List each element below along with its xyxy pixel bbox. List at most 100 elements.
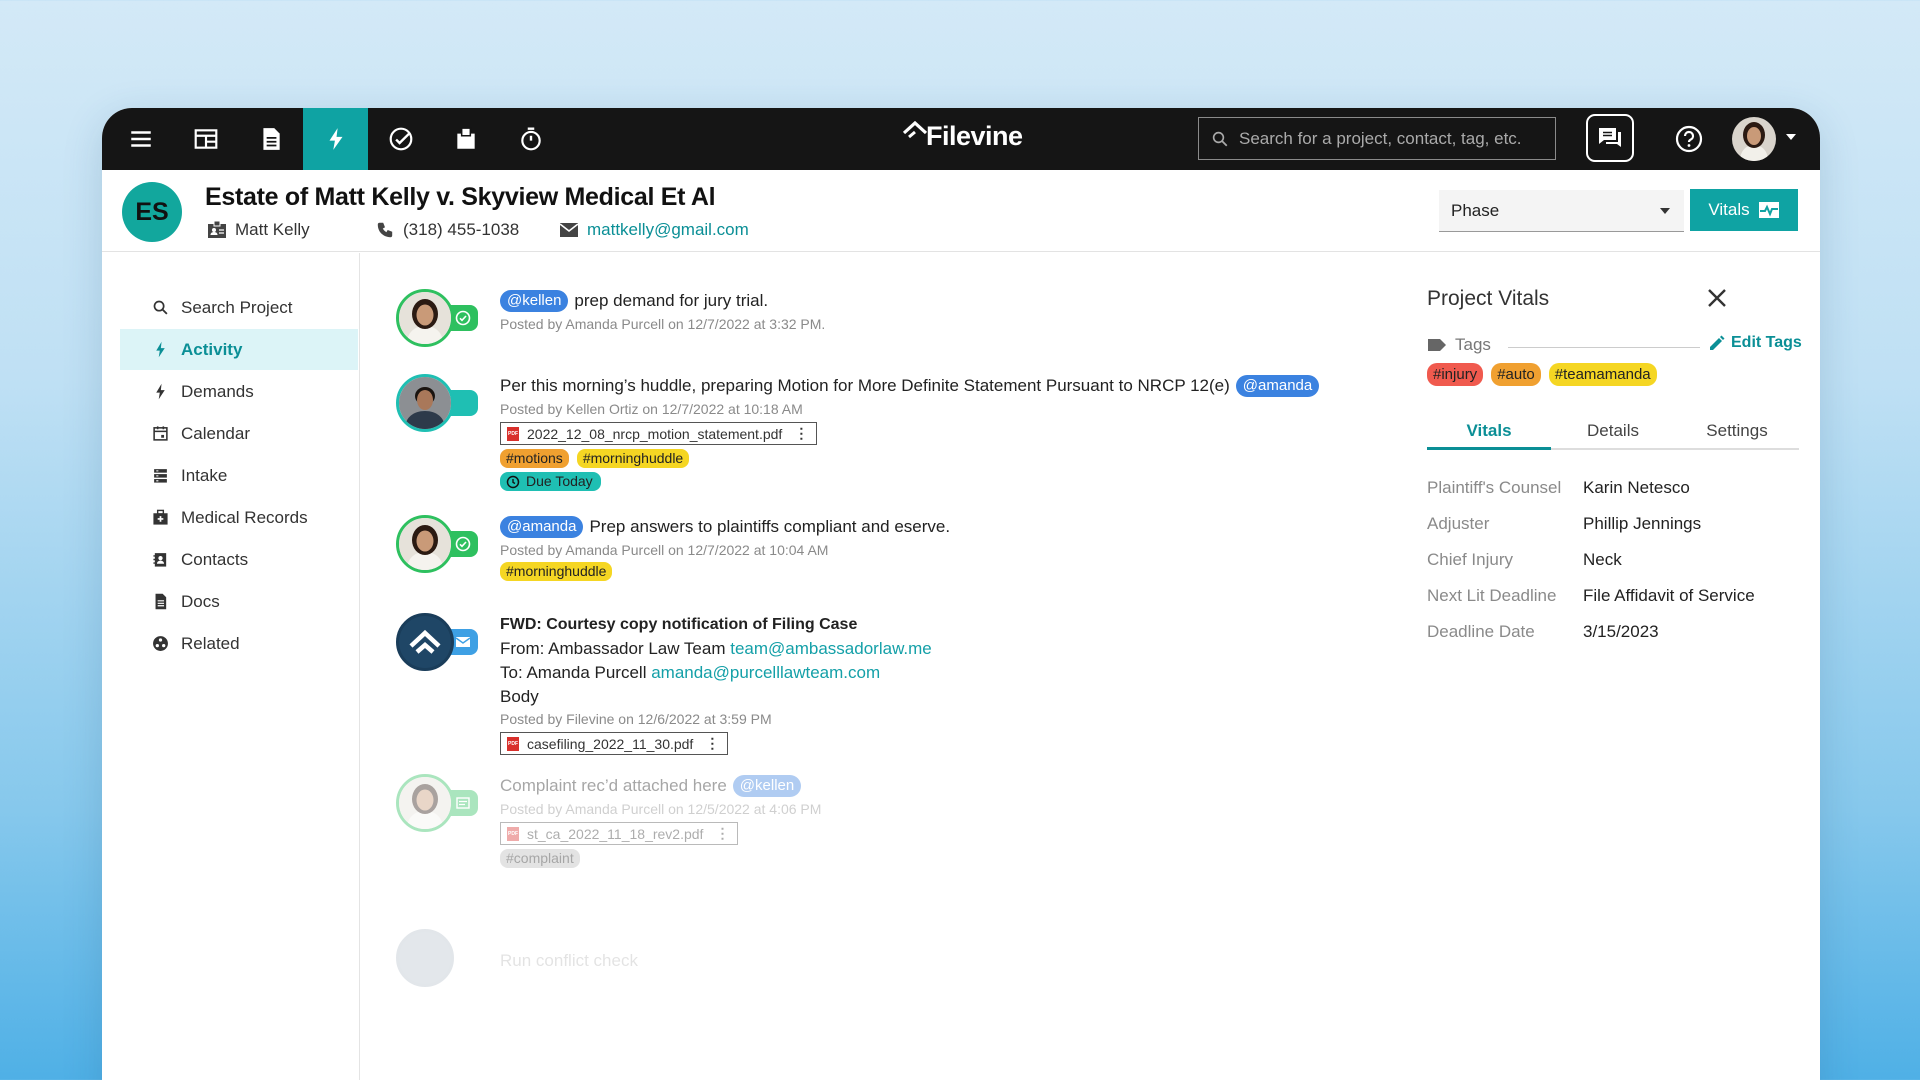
lightning-icon [156, 383, 165, 400]
user-photo-icon [399, 377, 451, 429]
vitals-tabs: Vitals Details Settings [1427, 413, 1799, 450]
mention-tag[interactable]: @kellen [500, 290, 569, 312]
user-photo-icon [399, 777, 451, 829]
nav-contacts[interactable]: Contacts [120, 539, 358, 580]
client-phone[interactable]: (318) 455-1038 [375, 220, 559, 240]
tab-settings[interactable]: Settings [1675, 413, 1799, 448]
email-address: mattkelly@gmail.com [587, 220, 749, 239]
intake-icon [154, 469, 167, 483]
user-menu-caret-icon[interactable] [1786, 134, 1796, 140]
folder-icon [456, 127, 475, 149]
attachment-chip[interactable]: PDF casefiling_2022_11_30.pdf ⋮ [500, 732, 729, 755]
tag-icon [1428, 339, 1446, 351]
due-badge: Due Today [500, 472, 601, 491]
close-icon [1708, 289, 1726, 307]
post-body: FWD: Courtesy copy notification of Filin… [500, 613, 1380, 755]
phone-number: (318) 455-1038 [403, 220, 520, 239]
vitals-button[interactable]: Vitals [1690, 189, 1798, 231]
billing-button[interactable] [433, 108, 498, 170]
documents-button[interactable] [238, 108, 303, 170]
nav-label: Docs [181, 591, 220, 611]
post-meta: Posted by Kellen Ortiz on 12/7/2022 at 1… [500, 401, 803, 417]
attachment-name: 2022_12_08_nrcp_motion_statement.pdf [527, 425, 783, 442]
nav-related[interactable]: Related [120, 623, 358, 664]
activity-feed: @kellen prep demand for jury trial. Post… [360, 253, 1402, 1080]
more-vertical-icon[interactable]: ⋮ [794, 425, 808, 442]
email-body: Body [500, 687, 539, 706]
activity-button[interactable] [303, 108, 368, 170]
post-author [396, 289, 484, 349]
mention-tag[interactable]: @amanda [1235, 375, 1320, 397]
user-avatar[interactable] [1732, 117, 1776, 161]
client-email[interactable]: mattkelly@gmail.com [559, 220, 749, 240]
messages-button[interactable] [1586, 114, 1634, 162]
global-search-input[interactable]: Search for a project, contact, tag, etc. [1198, 117, 1556, 160]
hashtag[interactable]: #complaint [500, 849, 580, 868]
hashtag[interactable]: #motions [500, 449, 569, 468]
chat-icon [1599, 128, 1621, 147]
nav-medical-records[interactable]: Medical Records [120, 497, 358, 538]
email-from-label: From: Ambassador Law Team [500, 639, 726, 658]
hashtag[interactable]: #teamamanda [1548, 363, 1657, 386]
pdf-icon: PDF [507, 426, 519, 441]
stopwatch-icon [520, 127, 541, 151]
nav-demands[interactable]: Demands [120, 371, 358, 412]
vitals-key: Plaintiff's Counsel [1427, 478, 1562, 497]
mention-tag[interactable]: @amanda [500, 516, 584, 538]
vitals-row: Plaintiff's Counsel Karin Netesco [1427, 478, 1755, 514]
email-from-address[interactable]: team@ambassadorlaw.me [730, 639, 932, 658]
edit-tags-button[interactable]: Edit Tags [1708, 334, 1802, 352]
post-meta: Posted by Filevine on 12/6/2022 at 3:59 … [500, 711, 772, 727]
nav-label: Contacts [181, 549, 249, 569]
attachment-chip[interactable]: PDF 2022_12_08_nrcp_motion_statement.pdf… [500, 422, 818, 445]
tasks-button[interactable] [368, 108, 433, 170]
chevron-down-icon [1660, 208, 1670, 214]
medical-kit-icon [153, 509, 168, 525]
nav-label: Medical Records [181, 507, 308, 527]
hashtag[interactable]: #auto [1491, 363, 1541, 386]
project-avatar: ES [122, 182, 182, 242]
check-circle-icon [455, 536, 471, 552]
phone-icon [377, 222, 393, 238]
client-contact[interactable]: Matt Kelly [207, 220, 375, 240]
phase-select[interactable]: Phase [1439, 190, 1684, 232]
email-to-address[interactable]: amanda@purcelllawteam.com [651, 663, 880, 682]
post-body: Complaint rec’d attached here @kellen Po… [500, 774, 1380, 868]
filevine-avatar [396, 929, 454, 987]
menu-button[interactable] [108, 108, 173, 170]
pdf-icon: PDF [507, 826, 519, 841]
nav-search-project[interactable]: Search Project [120, 287, 358, 328]
tab-details[interactable]: Details [1551, 413, 1675, 448]
attachment-chip[interactable]: PDF st_ca_2022_11_18_rev2.pdf ⋮ [500, 822, 739, 845]
mention-tag[interactable]: @kellen [732, 775, 802, 797]
more-vertical-icon[interactable]: ⋮ [715, 825, 729, 842]
timer-button[interactable] [498, 108, 563, 170]
post-author [396, 613, 484, 673]
phase-label: Phase [1451, 200, 1500, 220]
post-message: prep demand for jury trial. [574, 291, 769, 310]
note-icon [456, 797, 470, 809]
hashtag[interactable]: #morninghuddle [500, 562, 613, 581]
vitals-key: Deadline Date [1427, 622, 1535, 641]
help-button[interactable] [1674, 124, 1704, 159]
close-panel-button[interactable] [1706, 287, 1728, 314]
post-author [396, 774, 484, 834]
panel-title: Project Vitals [1427, 287, 1550, 310]
amanda-avatar [396, 515, 454, 573]
pdf-icon: PDF [507, 736, 519, 751]
more-vertical-icon[interactable]: ⋮ [705, 735, 719, 752]
contacts-icon [153, 553, 167, 567]
filevine-logo: Filevine [902, 121, 1023, 152]
hashtag[interactable]: #injury [1427, 363, 1484, 386]
vitals-key: Adjuster [1427, 514, 1490, 533]
tab-vitals[interactable]: Vitals [1427, 413, 1551, 450]
hashtag[interactable]: #morninghuddle [576, 449, 690, 468]
project-vitals-panel: Project Vitals Tags Edit Tags #injury #a… [1402, 253, 1820, 1080]
project-tags: #injury #auto #teamamanda [1427, 363, 1665, 386]
nav-calendar[interactable]: Calendar [120, 413, 358, 454]
email-to-label: To: Amanda Purcell [500, 663, 647, 682]
nav-docs[interactable]: Docs [120, 581, 358, 622]
nav-activity[interactable]: Activity [120, 329, 358, 370]
nav-intake[interactable]: Intake [120, 455, 358, 496]
dashboard-button[interactable] [173, 108, 238, 170]
